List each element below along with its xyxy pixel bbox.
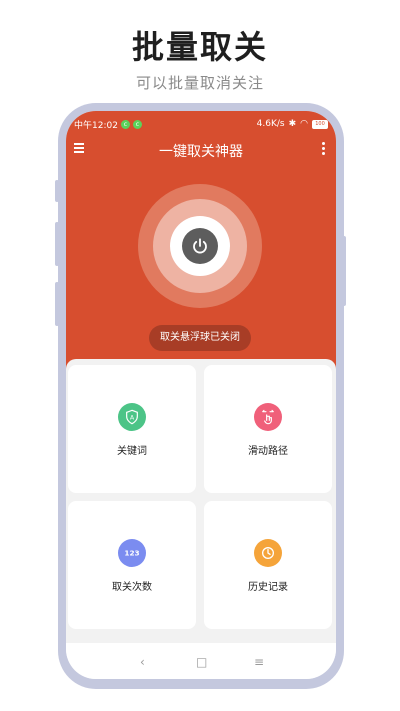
network-speed: 4.6K/s	[256, 119, 285, 129]
feature-label: 关键词	[117, 446, 147, 457]
app-bar: 一键取关神器	[66, 137, 336, 163]
phone-side-button	[55, 282, 59, 326]
feature-card-keywords[interactable]: A 关键词	[68, 365, 196, 493]
phone-screen: 中午12:02 c c 4.6K/s ✱ ◠ 100 一键取关神器 取关悬浮球已…	[66, 111, 336, 679]
feature-card-unfollow-count[interactable]: 123 取关次数	[68, 501, 196, 629]
more-vert-icon[interactable]	[322, 142, 326, 156]
feature-label: 历史记录	[248, 582, 288, 593]
back-icon[interactable]: ‹	[140, 655, 145, 669]
power-button[interactable]	[182, 228, 218, 264]
notification-icon: c	[132, 119, 142, 129]
clock-icon	[254, 539, 282, 567]
app-title: 一键取关神器	[159, 144, 243, 160]
notification-icon: c	[120, 119, 130, 129]
promo-title: 批量取关	[131, 28, 268, 66]
svg-text:123: 123	[124, 549, 139, 558]
recents-icon[interactable]: ≡	[254, 655, 264, 669]
numbers-123-icon: 123	[118, 539, 146, 567]
feature-grid: A 关键词 滑动路径 123 取关次数 历史记录	[66, 359, 336, 643]
home-icon[interactable]: □	[196, 655, 207, 669]
promo-subtitle: 可以批量取消关注	[135, 74, 264, 92]
battery-icon: 100	[312, 119, 328, 129]
feature-card-history[interactable]: 历史记录	[204, 501, 332, 629]
phone-side-button	[342, 236, 346, 306]
svg-text:A: A	[130, 415, 135, 422]
phone-side-button	[55, 180, 59, 202]
floating-ball-status[interactable]: 取关悬浮球已关闭	[149, 325, 251, 351]
feature-label: 取关次数	[112, 582, 152, 593]
system-nav-bar: ‹ □ ≡	[66, 643, 336, 679]
bluetooth-icon: ✱	[288, 119, 297, 129]
status-time: 中午12:02	[74, 120, 118, 131]
hero-section: 中午12:02 c c 4.6K/s ✱ ◠ 100 一键取关神器 取关悬浮球已…	[66, 111, 336, 373]
power-icon	[193, 238, 207, 254]
status-bar: 中午12:02 c c 4.6K/s ✱ ◠ 100	[74, 117, 328, 131]
feature-card-swipe-path[interactable]: 滑动路径	[204, 365, 332, 493]
feature-label: 滑动路径	[248, 446, 288, 457]
phone-side-button	[55, 222, 59, 266]
swipe-hand-icon	[254, 403, 282, 431]
promo-page: 批量取关 可以批量取消关注 中午12:02 c c 4.6K/s ✱ ◠ 100…	[0, 0, 400, 711]
shield-a-icon: A	[118, 403, 146, 431]
wifi-icon: ◠	[300, 119, 308, 129]
